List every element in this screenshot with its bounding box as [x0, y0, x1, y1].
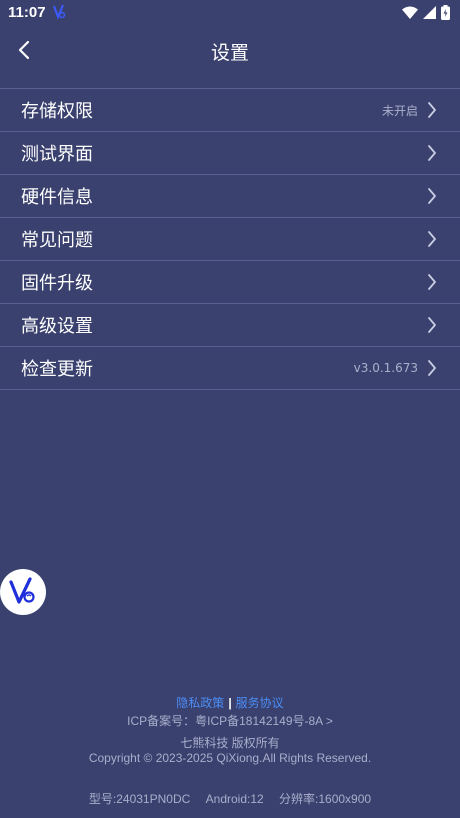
chevron-right-icon — [428, 102, 436, 118]
privacy-policy-link[interactable]: 隐私政策 — [176, 696, 224, 710]
signal-icon — [423, 5, 436, 19]
menu-item-label: 常见问题 — [21, 230, 93, 251]
menu-item-value: v3.0.1.673 — [353, 361, 418, 375]
menu-item-value: 未开启 — [381, 103, 418, 118]
menu-item-label: 检查更新 — [21, 359, 93, 380]
chevron-right-icon — [428, 188, 436, 204]
menu-item-label: 存储权限 — [21, 101, 93, 122]
icp-record-link[interactable]: ICP备案号：粤ICP备18142149号-8A > — [0, 712, 460, 729]
menu-item-advanced-settings[interactable]: 高级设置 — [0, 304, 460, 347]
footer-separator: | — [228, 696, 232, 710]
copyright-text: Copyright © 2023-2025 QiXiong.All Rights… — [88, 751, 372, 765]
status-bar: 11:07 — [0, 0, 460, 26]
chevron-right-icon — [428, 274, 436, 290]
device-model: 型号:24031PN0DC — [88, 792, 191, 806]
android-version: Android:12 — [205, 792, 264, 806]
page-title: 设置 — [210, 42, 249, 64]
app-logo-icon — [9, 577, 35, 604]
menu-item-label: 高级设置 — [21, 316, 93, 337]
company-rights: 七熊科技 版权所有 — [180, 736, 280, 750]
app-notification-icon — [53, 4, 66, 20]
chevron-right-icon — [428, 317, 436, 333]
menu-item-firmware-upgrade[interactable]: 固件升级 — [0, 261, 460, 304]
screen-resolution: 分辨率:1600x900 — [279, 792, 372, 806]
menu-item-label: 硬件信息 — [21, 187, 93, 208]
battery-charging-icon — [441, 4, 450, 20]
chevron-right-icon — [428, 360, 436, 376]
settings-menu: 存储权限 未开启 测试界面 硬件信息 常见问题 固件升级 高级设置 检查更新 v… — [0, 88, 460, 390]
menu-item-hardware-info[interactable]: 硬件信息 — [0, 175, 460, 218]
menu-item-test-interface[interactable]: 测试界面 — [0, 132, 460, 175]
menu-item-storage-permission[interactable]: 存储权限 未开启 — [0, 89, 460, 132]
header: 设置 — [0, 26, 460, 82]
floating-logo-button[interactable] — [0, 569, 46, 615]
wifi-icon — [402, 6, 418, 19]
status-time: 11:07 — [8, 4, 46, 21]
service-agreement-link[interactable]: 服务协议 — [236, 696, 284, 710]
chevron-right-icon — [428, 231, 436, 247]
status-icons — [402, 4, 450, 20]
chevron-right-icon — [428, 145, 436, 161]
menu-item-label: 固件升级 — [21, 273, 93, 294]
menu-item-faq[interactable]: 常见问题 — [0, 218, 460, 261]
menu-item-check-update[interactable]: 检查更新 v3.0.1.673 — [0, 347, 460, 390]
device-info: 型号:24031PN0DC Android:12 分辨率:1600x900 — [0, 790, 460, 807]
footer-links: 隐私政策 | 服务协议 — [0, 694, 460, 711]
menu-item-label: 测试界面 — [21, 144, 93, 165]
